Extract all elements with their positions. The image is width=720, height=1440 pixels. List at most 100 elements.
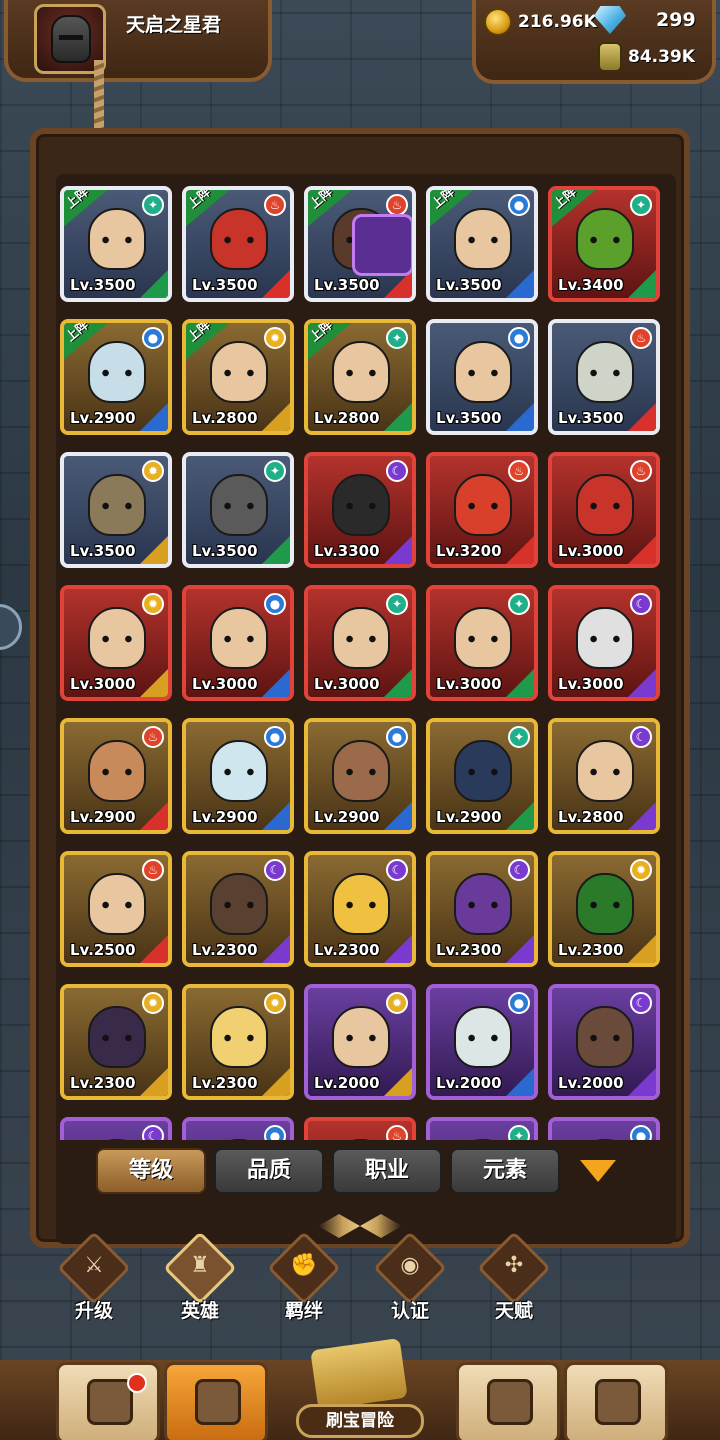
hero-card[interactable]: ● Lv.3000	[182, 585, 294, 701]
hero-card[interactable]: ● 上阵 Lv.3500	[426, 186, 538, 302]
filter-level-tab[interactable]: 等级	[96, 1148, 206, 1194]
hero-card[interactable]: ♨ Lv.3200	[426, 452, 538, 568]
sword-icon: ⚔	[84, 1253, 104, 1278]
hero-card[interactable]: ♨ Lv.2500	[60, 851, 172, 967]
hero-eyes	[98, 768, 136, 776]
hero-card[interactable]: ♨	[304, 1117, 416, 1140]
dark-element-icon: ☾	[386, 859, 408, 881]
hero-level: Lv.2300	[436, 941, 502, 959]
hero-level: Lv.2300	[70, 1074, 136, 1092]
hero-card[interactable]: ●	[548, 1117, 660, 1140]
hero-subnav: ⚔ 升级 ♜ 英雄 ✊ 羁绊 ◉ 认证 ✣ 天赋	[40, 1231, 680, 1326]
subnav-upgrade[interactable]: ⚔ 升级	[44, 1231, 144, 1326]
water-element-icon: ●	[386, 726, 408, 748]
hero-card[interactable]: ● 上阵 Lv.2900	[60, 319, 172, 435]
nav-forge[interactable]	[564, 1362, 668, 1440]
hero-eyes	[220, 236, 258, 244]
hero-card[interactable]: ✦ Lv.3000	[304, 585, 416, 701]
water-element-icon: ●	[264, 726, 286, 748]
fire-element-icon: ♨	[386, 194, 408, 216]
water-element-icon: ●	[508, 992, 530, 1014]
filter-quality-tab[interactable]: 品质	[214, 1148, 324, 1194]
hero-card[interactable]: ✹ Lv.2300	[548, 851, 660, 967]
wind-element-icon: ✦	[508, 1125, 530, 1140]
hero-eyes	[98, 369, 136, 377]
chevron-down-icon[interactable]	[580, 1160, 616, 1182]
hero-card[interactable]: ✹ Lv.2300	[60, 984, 172, 1100]
hero-card[interactable]: ✦ 上阵 Lv.3400	[548, 186, 660, 302]
hero-card[interactable]: ✦ 上阵 Lv.2800	[304, 319, 416, 435]
light-element-icon: ✹	[142, 992, 164, 1014]
hero-card[interactable]: ✦	[426, 1117, 538, 1140]
gem-counter[interactable]: 299	[594, 6, 696, 34]
hero-level: Lv.2900	[70, 409, 136, 427]
hero-level: Lv.3000	[192, 675, 258, 693]
fire-element-icon: ♨	[508, 460, 530, 482]
subnav-label: 英雄	[180, 1300, 219, 1322]
hero-card[interactable]: ☾ Lv.2800	[548, 718, 660, 834]
hero-card[interactable]: ● Lv.3500	[426, 319, 538, 435]
light-element-icon: ✹	[630, 859, 652, 881]
essence-counter[interactable]: 84.39K	[598, 42, 695, 72]
hero-card[interactable]: ✹ Lv.2000	[304, 984, 416, 1100]
subnav-heroes[interactable]: ♜ 英雄	[150, 1231, 250, 1326]
hero-card[interactable]: ✦ 上阵 Lv.3500	[60, 186, 172, 302]
hero-card[interactable]: ☾ Lv.2300	[304, 851, 416, 967]
hero-card[interactable]: ✹ Lv.3500	[60, 452, 172, 568]
hero-eyes	[586, 1034, 624, 1042]
gold-counter[interactable]: 216.96K	[484, 8, 597, 36]
hero-card[interactable]: ♨ 上阵 Lv.3500	[182, 186, 294, 302]
hero-card[interactable]: ♨ Lv.3000	[548, 452, 660, 568]
hero-card[interactable]: ☾ Lv.3300	[304, 452, 416, 568]
profile-plate: 天启之星君	[4, 0, 272, 82]
hero-level: Lv.3000	[436, 675, 502, 693]
filter-class-tab[interactable]: 职业	[332, 1148, 442, 1194]
filter-element-tab[interactable]: 元素	[450, 1148, 560, 1194]
hero-card[interactable]: ✦ Lv.3500	[182, 452, 294, 568]
hero-card[interactable]: ✦ Lv.3000	[426, 585, 538, 701]
hero-card[interactable]: ✹ Lv.2300	[182, 984, 294, 1100]
hero-card[interactable]: ✹ Lv.3000	[60, 585, 172, 701]
hero-level: Lv.3500	[192, 276, 258, 294]
hero-card[interactable]: ●	[182, 1117, 294, 1140]
hero-card[interactable]: ☾ Lv.3000	[548, 585, 660, 701]
subnav-talent[interactable]: ✣ 天赋	[464, 1231, 564, 1326]
subnav-bonds[interactable]: ✊ 羁绊	[254, 1231, 354, 1326]
helmet-icon	[51, 15, 91, 63]
wind-element-icon: ✦	[508, 726, 530, 748]
hero-eyes	[342, 369, 380, 377]
hero-card[interactable]: ♨ Lv.2900	[60, 718, 172, 834]
hero-card[interactable]: ☾ Lv.2000	[548, 984, 660, 1100]
hero-card[interactable]: ✹ 上阵 Lv.2800	[182, 319, 294, 435]
wind-element-icon: ✦	[264, 460, 286, 482]
wind-element-icon: ✦	[142, 194, 164, 216]
hero-card[interactable]: ● Lv.2000	[426, 984, 538, 1100]
map-scroll-icon	[310, 1338, 408, 1410]
hero-card[interactable]: ● Lv.2900	[182, 718, 294, 834]
water-element-icon: ●	[264, 1125, 286, 1140]
hero-level: Lv.2000	[436, 1074, 502, 1092]
hero-level: Lv.2500	[70, 941, 136, 959]
hero-card[interactable]: ✦ Lv.2900	[426, 718, 538, 834]
subnav-certify[interactable]: ◉ 认证	[360, 1231, 460, 1326]
hero-card[interactable]: ☾	[60, 1117, 172, 1140]
hero-card[interactable]: ♨ 上阵 Lv.3500	[304, 186, 416, 302]
hero-grid: ✦ 上阵 Lv.3500 ♨ 上阵 Lv.3500 ♨ 上阵 Lv.3500 ● 上阵 Lv.3500…	[60, 178, 660, 1140]
hero-card[interactable]: ♨ Lv.3500	[548, 319, 660, 435]
fire-element-icon: ♨	[630, 460, 652, 482]
light-element-icon: ✹	[142, 593, 164, 615]
hero-eyes	[98, 901, 136, 909]
nav-treasure-adventure[interactable]: 刷宝冒险	[270, 1338, 450, 1440]
hero-eyes	[586, 369, 624, 377]
hero-card[interactable]: ● Lv.2900	[304, 718, 416, 834]
gold-coin-icon	[484, 8, 512, 36]
nav-heroes[interactable]	[164, 1362, 268, 1440]
hero-card[interactable]: ☾ Lv.2300	[182, 851, 294, 967]
hero-eyes	[342, 768, 380, 776]
nav-shop[interactable]	[56, 1362, 160, 1440]
nav-inventory[interactable]	[456, 1362, 560, 1440]
hero-card[interactable]: ☾ Lv.2300	[426, 851, 538, 967]
hero-eyes	[464, 635, 502, 643]
hero-eyes	[586, 502, 624, 510]
dark-element-icon: ☾	[630, 726, 652, 748]
